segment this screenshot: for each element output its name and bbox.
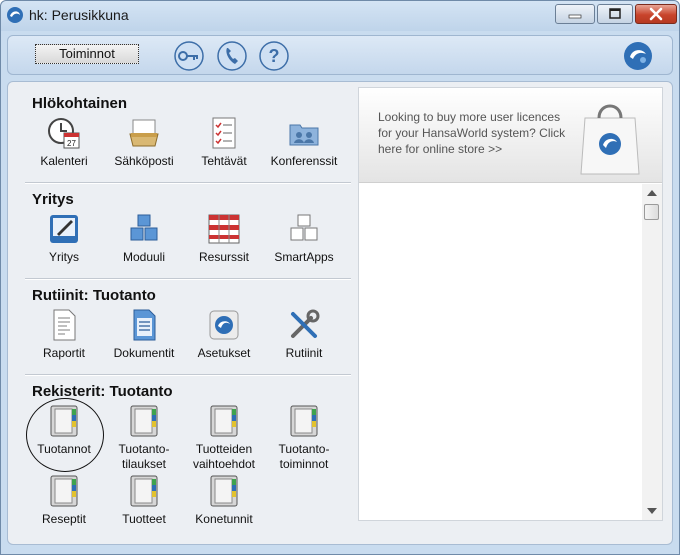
register-book-icon xyxy=(130,475,158,507)
scroll-up-icon[interactable] xyxy=(647,190,657,196)
task-list-icon xyxy=(212,117,236,149)
store-banner[interactable]: Looking to buy more user licences for yo… xyxy=(359,88,662,183)
section-title-registers: Rekisterit: Tuotanto xyxy=(32,383,173,400)
hansaworld-logo-icon xyxy=(7,7,23,23)
close-icon xyxy=(649,7,663,21)
smartapps-label: SmartApps xyxy=(274,250,334,264)
module-cubes-icon xyxy=(130,214,158,241)
section-title-company: Yritys xyxy=(32,191,74,208)
resources-grid-icon xyxy=(208,214,240,244)
tuotteiden-vaihtoehdot-item[interactable]: Tuotteiden vaihtoehdot xyxy=(182,404,266,472)
tuotanto-toiminnot-label: Tuotanto- toiminnot xyxy=(278,442,330,471)
title-bar[interactable]: hk: Perusikkuna xyxy=(1,1,679,31)
resurssit-item[interactable]: Resurssit xyxy=(182,212,266,265)
section-title-personal: Hlökohtainen xyxy=(32,95,128,112)
moduuli-item[interactable]: Moduuli xyxy=(102,212,186,265)
report-document-icon xyxy=(53,309,76,341)
shopping-bag-icon xyxy=(580,104,640,175)
smartapps-cubes-icon xyxy=(290,214,318,241)
yritys-item[interactable]: Yritys xyxy=(22,212,106,265)
kalenteri-label: Kalenteri xyxy=(40,154,88,168)
svg-text:?: ? xyxy=(269,46,280,66)
tuotteet-label: Tuotteet xyxy=(122,512,166,526)
section-divider xyxy=(25,182,351,184)
tuotanto-tilaukset-label: Tuotanto- tilaukset xyxy=(118,442,170,471)
section-divider xyxy=(25,374,351,376)
smartapps-item[interactable]: SmartApps xyxy=(262,212,346,265)
minimize-icon xyxy=(568,14,582,19)
konferenssit-label: Konferenssit xyxy=(270,154,338,168)
tehtavat-label: Tehtävät xyxy=(201,154,247,168)
register-book-icon xyxy=(290,405,318,437)
scroll-thumb[interactable] xyxy=(644,204,659,220)
resurssit-label: Resurssit xyxy=(198,250,249,264)
mail-tray-icon xyxy=(129,119,159,147)
store-banner-text: Looking to buy more user licences for yo… xyxy=(378,110,566,156)
register-book-icon xyxy=(210,475,238,507)
rutiinit-label: Rutiinit xyxy=(285,346,323,360)
content-panel: Looking to buy more user licences for yo… xyxy=(358,87,663,521)
tools-icon xyxy=(291,309,320,338)
raportit-label: Raportit xyxy=(42,346,86,360)
asetukset-label: Asetukset xyxy=(197,346,251,360)
main-window: hk: Perusikkuna Toiminnot ? Hlökohtainen… xyxy=(0,0,680,555)
konferenssit-item[interactable]: Konferenssit xyxy=(262,116,346,169)
close-button[interactable] xyxy=(635,4,677,24)
window-title: hk: Perusikkuna xyxy=(29,7,129,23)
globe-icon[interactable] xyxy=(622,40,654,72)
section-divider xyxy=(25,278,351,280)
reseptit-label: Reseptit xyxy=(41,512,87,526)
toolbar: Toiminnot ? xyxy=(7,35,673,75)
highlight-circle xyxy=(26,398,104,472)
key-icon[interactable] xyxy=(173,40,205,72)
sahkoposti-label: Sähköposti xyxy=(114,154,174,168)
svg-text:27: 27 xyxy=(67,139,76,148)
moduuli-label: Moduuli xyxy=(122,250,166,264)
konetunnit-item[interactable]: Konetunnit xyxy=(182,474,266,527)
maximize-button[interactable] xyxy=(597,4,633,24)
tehtavat-item[interactable]: Tehtävät xyxy=(182,116,266,169)
minimize-button[interactable] xyxy=(555,4,595,24)
dokumentit-label: Dokumentit xyxy=(113,346,175,360)
settings-logo-icon xyxy=(209,310,239,340)
section-title-routines: Rutiinit: Tuotanto xyxy=(32,287,156,304)
tuotanto-toiminnot-item[interactable]: Tuotanto- toiminnot xyxy=(262,404,346,472)
kalenteri-item[interactable]: 27 Kalenteri xyxy=(22,116,106,169)
raportit-item[interactable]: Raportit xyxy=(22,308,106,361)
sahkoposti-item[interactable]: Sähköposti xyxy=(102,116,186,169)
toiminnot-menu-button[interactable]: Toiminnot xyxy=(35,44,139,64)
reseptit-item[interactable]: Reseptit xyxy=(22,474,106,527)
tuotteet-item[interactable]: Tuotteet xyxy=(102,474,186,527)
konetunnit-label: Konetunnit xyxy=(195,512,253,526)
company-pen-icon xyxy=(50,215,78,243)
tuotanto-tilaukset-item[interactable]: Tuotanto- tilaukset xyxy=(102,404,186,472)
maximize-icon xyxy=(609,8,621,19)
calendar-clock-icon: 27 xyxy=(48,118,80,149)
documents-icon xyxy=(133,309,156,341)
conference-folder-icon xyxy=(289,124,319,146)
rutiinit-item[interactable]: Rutiinit xyxy=(262,308,346,361)
dokumentit-item[interactable]: Dokumentit xyxy=(102,308,186,361)
phone-icon[interactable] xyxy=(216,40,248,72)
scroll-down-icon[interactable] xyxy=(647,508,657,514)
register-book-icon xyxy=(210,405,238,437)
yritys-label: Yritys xyxy=(49,250,79,264)
register-book-icon xyxy=(130,405,158,437)
vertical-scrollbar[interactable] xyxy=(642,184,662,520)
tuotteiden-vaihtoehdot-label: Tuotteiden vaihtoehdot xyxy=(192,442,256,471)
help-icon[interactable]: ? xyxy=(258,40,290,72)
register-book-icon xyxy=(50,475,78,507)
asetukset-item[interactable]: Asetukset xyxy=(182,308,266,361)
